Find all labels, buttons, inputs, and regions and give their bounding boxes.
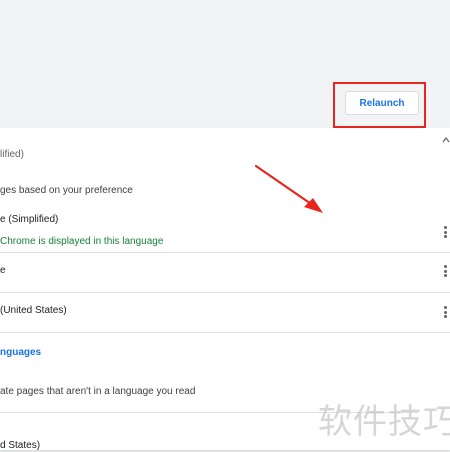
section-header[interactable]: lified) (0, 149, 24, 161)
language-item-name: e (0, 265, 6, 276)
more-vert-icon[interactable] (442, 226, 448, 240)
add-languages-link[interactable]: nguages (0, 347, 41, 359)
divider (0, 252, 450, 253)
divider (0, 292, 450, 293)
display-language-note: Chrome is displayed in this language (0, 236, 164, 247)
annotation-arrow-icon (254, 164, 323, 213)
divider (0, 332, 450, 333)
chevron-up-icon[interactable] (442, 136, 450, 144)
annotation-highlight-box (333, 82, 426, 128)
more-vert-icon[interactable] (442, 265, 448, 279)
more-vert-icon[interactable] (442, 306, 448, 320)
language-item-name: (United States) (0, 305, 67, 316)
watermark: 软件技巧 (318, 402, 450, 442)
language-item-name: e (Simplified) (0, 214, 59, 225)
order-hint: ges based on your preference (0, 185, 133, 196)
language-item-name: d States) (0, 440, 41, 451)
offer-translate-text: ate pages that aren't in a language you … (0, 386, 196, 397)
